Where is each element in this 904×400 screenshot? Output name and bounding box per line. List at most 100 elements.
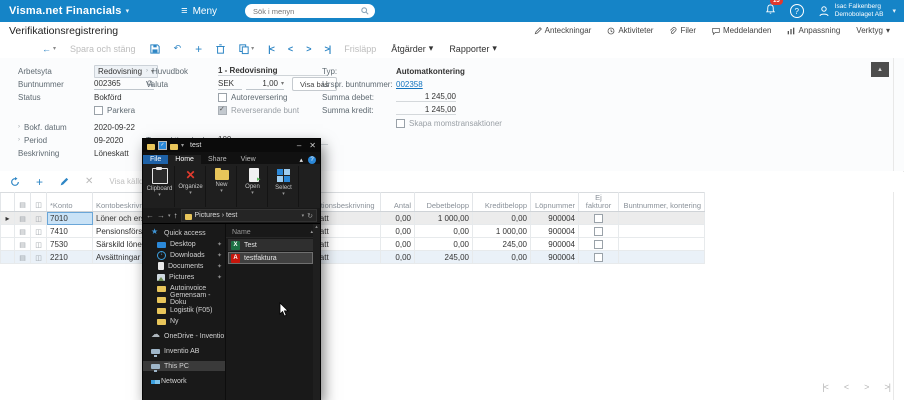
search-input[interactable] xyxy=(251,6,361,17)
grid-edit-icon[interactable] xyxy=(59,177,69,187)
breadcrumb-segment[interactable]: Pictures xyxy=(195,212,220,219)
nav-item-this-pc[interactable]: This PC xyxy=(143,361,225,371)
ribbon-group-select[interactable]: Select▾ xyxy=(269,166,299,207)
actions-menu[interactable]: Åtgärder▾ xyxy=(391,43,433,54)
skapa-moms-checkbox[interactable] xyxy=(396,119,405,128)
nav-item-inventio-ab[interactable]: Inventio AB xyxy=(143,346,225,356)
col-debetbelopp[interactable]: Debetbelopp xyxy=(415,193,473,212)
cell-debetbelopp[interactable]: 245,00 xyxy=(415,251,473,264)
nav-item-downloads[interactable]: Downloads✦ xyxy=(143,250,225,260)
grid-refresh-icon[interactable] xyxy=(10,177,20,187)
explorer-path-box[interactable]: Pictures › test ▾ ↻ xyxy=(181,209,317,222)
release-button[interactable]: Frisläpp xyxy=(344,44,376,54)
table-row[interactable]: ▸▤◫7010Löner och ersättningarLöneskatt0,… xyxy=(1,212,705,225)
ribbon-tab-home[interactable]: Home xyxy=(168,155,201,164)
cell-buntnummer-kontering[interactable] xyxy=(619,225,705,238)
row-notes-icon[interactable]: ▤ xyxy=(15,225,31,238)
col-buntnummer-kontering[interactable]: Buntnummer, kontering xyxy=(619,193,705,212)
row-notes-icon[interactable]: ▤ xyxy=(15,238,31,251)
save-close-button[interactable]: Spara och stäng xyxy=(70,44,136,54)
header-link-meddelanden[interactable]: Meddelanden xyxy=(712,26,771,35)
row-selector[interactable] xyxy=(1,251,15,264)
company-switcher-caret[interactable]: ▾ xyxy=(126,7,130,15)
col-lopnummer[interactable]: Löpnummer xyxy=(531,193,579,212)
ribbon-tab-file[interactable]: File xyxy=(143,155,168,164)
nav-item-logistik-f05-[interactable]: Logistik (F05) xyxy=(143,305,225,315)
ribbon-group-open[interactable]: Open▾ xyxy=(238,166,268,207)
breadcrumb-segment[interactable]: test xyxy=(226,212,237,219)
ribbon-group-clipboard[interactable]: Clipboard▾ xyxy=(145,166,175,207)
header-link-filer[interactable]: Filer xyxy=(669,26,696,35)
nav-item-pictures[interactable]: Pictures✦ xyxy=(143,272,225,282)
cell-konto[interactable]: 7410 xyxy=(47,225,93,238)
parkera-checkbox[interactable] xyxy=(94,106,103,115)
cell-kreditbelopp[interactable]: 245,00 xyxy=(473,238,531,251)
row-files-icon[interactable]: ◫ xyxy=(31,251,47,264)
nav-item-onedrive-inventio[interactable]: OneDrive - Inventio xyxy=(143,331,225,341)
nav-item-gemensam-doku[interactable]: Gemensam - Doku xyxy=(143,294,225,304)
cell-debetbelopp[interactable]: 1 000,00 xyxy=(415,212,473,225)
row-files-icon[interactable]: ◫ xyxy=(31,225,47,238)
refresh-icon[interactable]: ↻ xyxy=(307,212,313,220)
undo-icon[interactable]: ↶ xyxy=(174,43,182,54)
reports-menu[interactable]: Rapporter▾ xyxy=(449,43,497,54)
add-row-icon[interactable]: + xyxy=(195,42,202,56)
explorer-back-button[interactable]: ← xyxy=(146,211,154,220)
valuta-rate-field[interactable]: 1,00▾ xyxy=(246,78,284,90)
qat-folder-icon[interactable] xyxy=(170,144,178,150)
ribbon-group-new[interactable]: New▾ xyxy=(207,166,237,207)
cell-lopnummer[interactable]: 900004 xyxy=(531,225,579,238)
cell-kreditbelopp[interactable]: 1 000,00 xyxy=(473,225,531,238)
cell-lopnummer[interactable]: 900004 xyxy=(531,238,579,251)
nav-item-ny[interactable]: Ny xyxy=(143,316,225,326)
nav-prev-button[interactable]: < xyxy=(288,44,292,54)
explorer-up-button[interactable]: ↑ xyxy=(174,211,178,220)
ribbon-tab-view[interactable]: View xyxy=(234,155,263,164)
user-menu[interactable]: Isac Falkenberg Demobolaget AB ▾ xyxy=(818,3,896,19)
cell-kreditbelopp[interactable]: 0,00 xyxy=(473,251,531,264)
cell-lopnummer[interactable]: 900004 xyxy=(531,212,579,225)
table-row[interactable]: ▤◫2210Avsättningar för pensionerLöneskat… xyxy=(1,251,705,264)
delete-icon[interactable] xyxy=(216,44,225,54)
cell-antal[interactable]: 0,00 xyxy=(381,238,415,251)
cell-lopnummer[interactable]: 900004 xyxy=(531,251,579,264)
list-scrollbar[interactable]: ▴ xyxy=(313,224,320,400)
ej-fakturor-checkbox[interactable] xyxy=(594,227,603,236)
pager-prev-button[interactable]: < xyxy=(844,382,848,392)
header-link-aktiviteter[interactable]: Aktiviteter xyxy=(607,26,653,35)
cell-antal[interactable]: 0,00 xyxy=(381,225,415,238)
cell-kreditbelopp[interactable]: 0,00 xyxy=(473,212,531,225)
row-selector[interactable] xyxy=(1,225,15,238)
ribbon-group-organize[interactable]: ✕Organize▾ xyxy=(176,166,206,207)
row-files-icon[interactable]: ◫ xyxy=(31,238,47,251)
explorer-forward-button[interactable]: → xyxy=(157,211,165,220)
main-menu-button[interactable]: ≡ Meny xyxy=(181,6,217,17)
ribbon-tab-share[interactable]: Share xyxy=(201,155,234,164)
help-button[interactable]: ? xyxy=(790,4,804,18)
nav-item-documents[interactable]: Documents✦ xyxy=(143,261,225,271)
ej-fakturor-checkbox[interactable] xyxy=(594,214,603,223)
col-ej-fakturor[interactable]: Ej fakturor xyxy=(579,193,619,212)
save-icon[interactable] xyxy=(150,44,160,54)
valuta-code-field[interactable]: SEK xyxy=(218,78,242,90)
nav-first-button[interactable]: |< xyxy=(268,44,274,54)
cell-buntnummer-kontering[interactable] xyxy=(619,238,705,251)
row-selector[interactable]: ▸ xyxy=(1,212,15,225)
grid-add-row-icon[interactable]: + xyxy=(36,175,43,189)
notifications-button[interactable]: 15 xyxy=(765,2,776,20)
col-antal[interactable]: Antal xyxy=(381,193,415,212)
pager-first-button[interactable]: |< xyxy=(822,382,828,392)
pager-last-button[interactable]: >| xyxy=(884,382,890,392)
window-minimize-button[interactable]: – xyxy=(297,141,301,150)
cell-antal[interactable]: 0,00 xyxy=(381,251,415,264)
nav-item-network[interactable]: Network xyxy=(143,376,225,386)
explorer-help-icon[interactable]: ? xyxy=(308,156,316,164)
cell-konto[interactable]: 7530 xyxy=(47,238,93,251)
row-selector[interactable] xyxy=(1,238,15,251)
header-link-anteckningar[interactable]: Anteckningar xyxy=(534,26,592,35)
col-kreditbelopp[interactable]: Kreditbelopp xyxy=(473,193,531,212)
header-link-verktyg[interactable]: Verktyg▾ xyxy=(856,26,890,35)
buntnummer-field[interactable]: 002365 xyxy=(94,78,154,90)
window-close-button[interactable]: ✕ xyxy=(309,141,316,150)
global-search[interactable] xyxy=(245,4,375,18)
